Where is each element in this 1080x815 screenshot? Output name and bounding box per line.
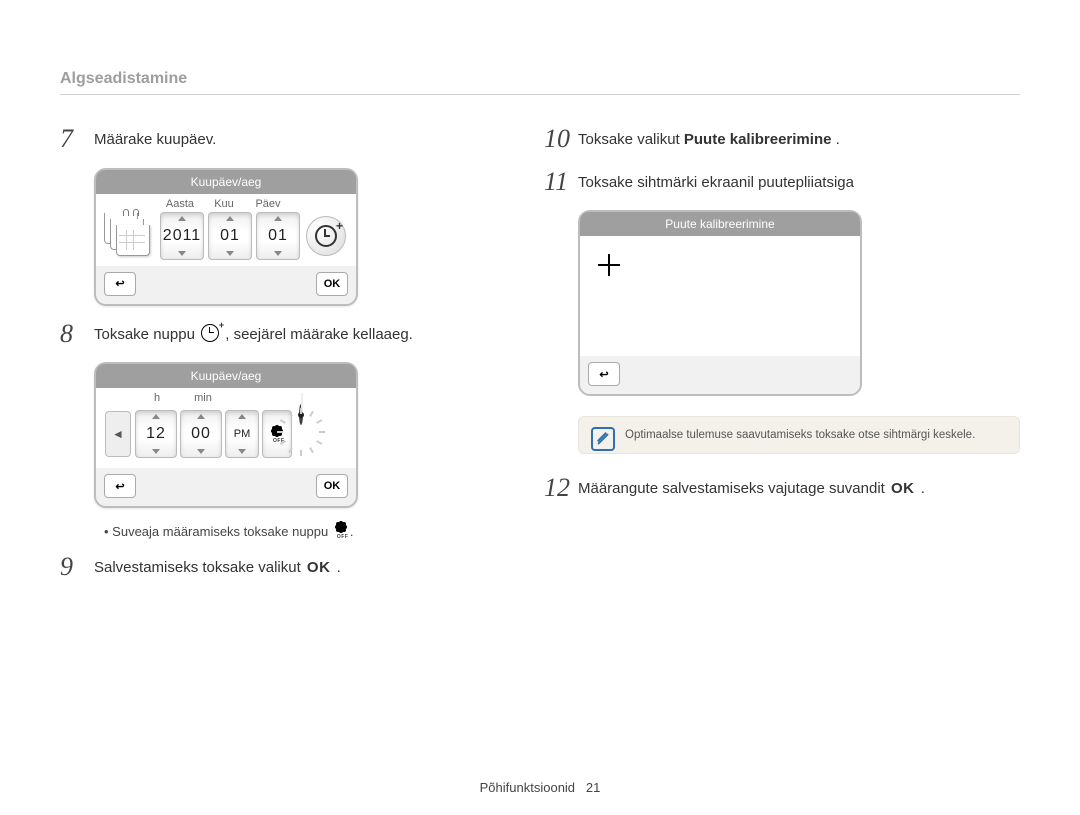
month-value: 01 [220,227,240,245]
clock-plus-icon: + [201,324,219,342]
spacer [104,198,158,210]
date-panel-body: Aasta Kuu Päev 2011 [96,194,356,266]
dst-icon: OFF [332,522,350,538]
info-box: Optimaalse tulemuse saavutamiseks toksak… [578,416,1020,454]
calibration-panel-header: Puute kalibreerimine [580,212,860,236]
ok-icon: OK [889,478,917,501]
hour-value: 12 [146,425,166,443]
text-after: . [337,559,341,576]
step-text: Toksake valikut Puute kalibreerimine . [578,125,1020,152]
label-min: min [180,392,226,404]
footer-label: Põhifunktsioonid [480,780,575,795]
minute-value: 00 [191,425,211,443]
minute-wheel[interactable]: 00 [180,410,222,458]
dst-note-text: Suveaja määramiseks toksake nuppu [112,524,332,539]
step-10: 10 Toksake valikut Puute kalibreerimine … [544,125,1020,154]
left-column: 7 Määrake kuupäev. Kuupäev/aeg Aasta Kuu… [60,125,484,596]
text-bold: Puute kalibreerimine [684,131,832,148]
footer-page-number: 21 [586,780,600,795]
text-before: Toksake nuppu [94,326,199,343]
step-number: 9 [60,553,94,582]
text-after: , seejärel määrake kellaaeg. [225,326,413,343]
text-before: Toksake valikut [578,131,684,148]
month-wheel[interactable]: 01 [208,212,252,260]
year-wheel[interactable]: 2011 [160,212,204,260]
text-after: . [921,480,925,497]
info-icon [591,427,615,451]
info-text: Optimaalse tulemuse saavutamiseks toksak… [625,429,975,441]
ok-button[interactable]: OK [316,474,348,498]
step-number: 7 [60,125,94,154]
right-column: 10 Toksake valikut Puute kalibreerimine … [544,125,1020,596]
label-year: Aasta [158,198,202,210]
goto-time-button[interactable]: + [306,216,346,256]
ok-button[interactable]: OK [316,272,348,296]
step-text: Määrangute salvestamiseks vajutage suvan… [578,474,1020,501]
step-7: 7 Määrake kuupäev. [60,125,484,154]
manual-page: Algseadistamine 7 Määrake kuupäev. Kuupä… [0,0,1080,815]
back-button[interactable]: ↩ [104,272,136,296]
goto-date-button[interactable]: ◄ [105,411,131,457]
step-text: Määrake kuupäev. [94,125,484,152]
step-12: 12 Määrangute salvestamiseks vajutage su… [544,474,1020,503]
section-title: Algseadistamine [60,70,1020,95]
label-hour: h [134,392,180,404]
hour-wheel[interactable]: 12 [135,410,177,458]
back-button[interactable]: ↩ [104,474,136,498]
label-month: Kuu [202,198,246,210]
label-day: Päev [246,198,290,210]
step-11: 11 Toksake sihtmärki ekraanil puutepliia… [544,168,1020,197]
step-text: Salvestamiseks toksake valikut OK . [94,553,484,580]
ok-icon: OK [305,557,333,580]
step-number: 11 [544,168,578,197]
step-text: Toksake nuppu + , seejärel määrake kella… [94,320,484,347]
time-panel-body: h min ◄ 12 00 [96,388,356,468]
date-panel: Kuupäev/aeg Aasta Kuu Päev [94,168,358,306]
step-text: Toksake sihtmärki ekraanil puutepliiatsi… [578,168,1020,195]
step-number: 12 [544,474,578,503]
dst-note: Suveaja määramiseks toksake nuppu OFF . [104,522,484,539]
columns: 7 Määrake kuupäev. Kuupäev/aeg Aasta Kuu… [60,125,1020,596]
step-9: 9 Salvestamiseks toksake valikut OK . [60,553,484,582]
time-panel: Kuupäev/aeg h min ◄ 12 [94,362,358,508]
spacer [104,392,134,404]
date-panel-header: Kuupäev/aeg [96,170,356,194]
text-before: Määrangute salvestamiseks vajutage suvan… [578,480,889,497]
step-8: 8 Toksake nuppu + , seejärel määrake kel… [60,320,484,349]
page-footer: Põhifunktsioonid 21 [0,780,1080,795]
step-number: 8 [60,320,94,349]
calibration-panel-body[interactable] [580,236,860,356]
ampm-value: PM [234,428,251,440]
step-number: 10 [544,125,578,154]
year-value: 2011 [163,227,201,245]
crosshair-icon[interactable] [598,254,620,276]
clock-plus-icon: + [315,225,337,247]
day-value: 01 [268,227,288,245]
analog-clock-icon [299,406,355,462]
day-wheel[interactable]: 01 [256,212,300,260]
calibration-panel: Puute kalibreerimine ↩ [578,210,862,396]
ampm-wheel[interactable]: PM [225,410,259,458]
time-panel-header: Kuupäev/aeg [96,364,356,388]
back-button[interactable]: ↩ [588,362,620,386]
text-before: Salvestamiseks toksake valikut [94,559,305,576]
text-after: . [836,131,840,148]
calendar-icon [104,213,148,259]
spacer [290,198,334,210]
